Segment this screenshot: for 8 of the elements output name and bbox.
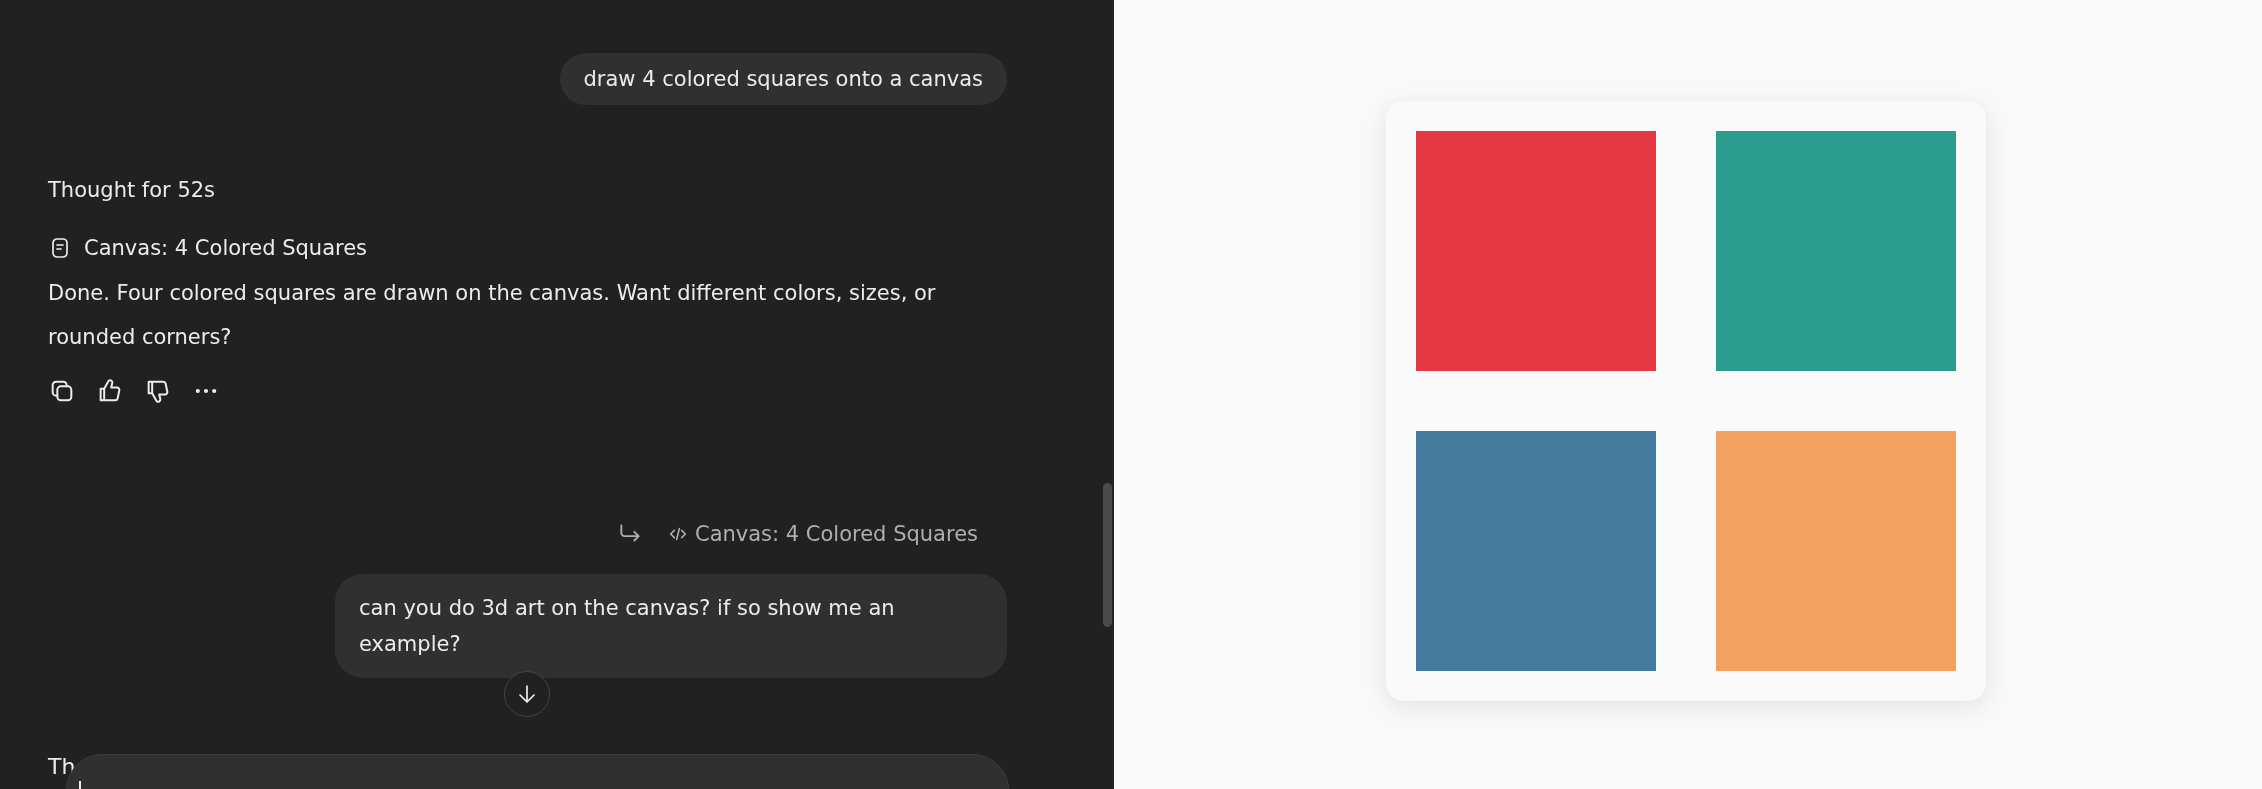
scrollbar-thumb[interactable] [1103,483,1112,627]
thought-duration[interactable]: Thought for 52s [48,174,1007,206]
user-message: can you do 3d art on the canvas? if so show me an example? [335,574,1007,678]
assistant-message: Done. Four colored squares are drawn on the canvas. Want different colors, sizes, or rounded corners? [48,280,937,351]
user-message: draw 4 colored squares onto a canvas [559,53,1007,105]
scroll-down-button[interactable] [504,671,550,717]
canvas-document-link[interactable]: Canvas: 4 Colored Squares [48,232,1007,264]
canvas-reference-link[interactable]: Canvas: 4 Colored Squares [666,522,978,546]
